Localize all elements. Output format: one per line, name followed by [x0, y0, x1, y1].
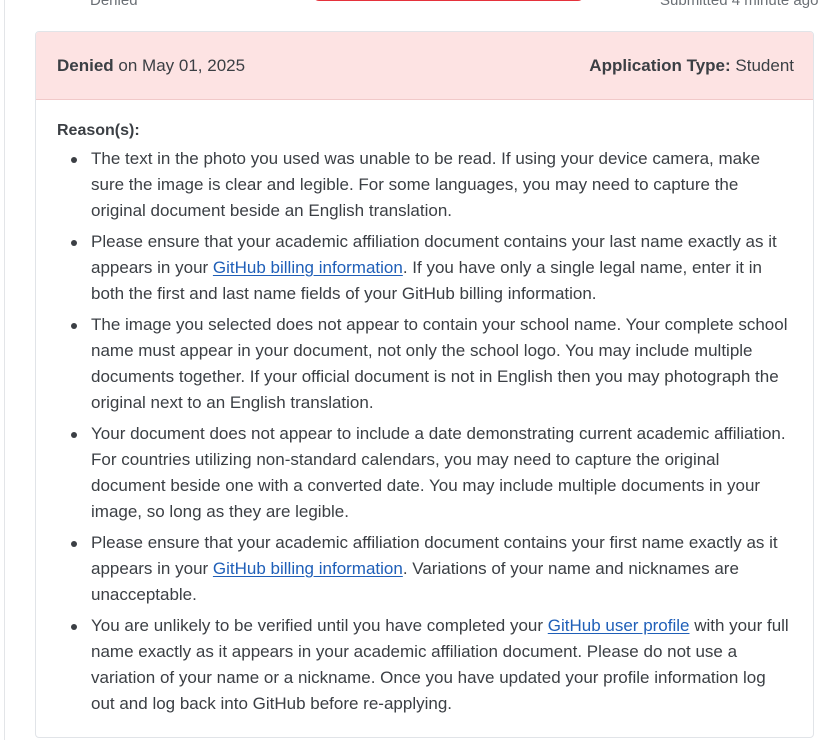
card-body: Reason(s): The text in the photo you use… [36, 100, 813, 717]
reason-item: The text in the photo you used was unabl… [71, 146, 793, 224]
status-date: on May 01, 2025 [118, 55, 246, 75]
application-type: Application Type: Student [589, 56, 794, 76]
reason-item: Please ensure that your academic affilia… [71, 530, 793, 608]
reason-item: The image you selected does not appear t… [71, 312, 793, 416]
reason-text: The text in the photo you used was unabl… [91, 149, 761, 220]
card-header: Denied on May 01, 2025 Application Type:… [36, 32, 813, 100]
billing-info-link[interactable]: GitHub billing information [213, 559, 403, 578]
previous-status-text: Denied [90, 0, 138, 9]
application-type-value: Student [735, 55, 794, 75]
left-divider [4, 0, 5, 740]
application-card: Denied on May 01, 2025 Application Type:… [35, 31, 814, 738]
submitted-time-text: Submitted 4 minute ago [660, 0, 819, 9]
status-line: Denied on May 01, 2025 [57, 56, 245, 76]
user-profile-link[interactable]: GitHub user profile [548, 616, 690, 635]
previous-application-row: Denied Submitted 4 minute ago [0, 0, 826, 10]
status-label: Denied [57, 55, 114, 75]
reason-text: The image you selected does not appear t… [91, 315, 788, 412]
billing-info-link[interactable]: GitHub billing information [213, 258, 403, 277]
reasons-heading: Reason(s): [57, 122, 140, 139]
application-type-label: Application Type: [589, 55, 731, 75]
reason-item: Please ensure that your academic affilia… [71, 229, 793, 307]
reason-text: You are unlikely to be verified until yo… [91, 616, 548, 635]
status-bar [313, 0, 584, 1]
reason-text: Your document does not appear to include… [91, 424, 786, 521]
reason-item: You are unlikely to be verified until yo… [71, 613, 793, 717]
reasons-list: The text in the photo you used was unabl… [57, 146, 793, 717]
reason-item: Your document does not appear to include… [71, 421, 793, 525]
